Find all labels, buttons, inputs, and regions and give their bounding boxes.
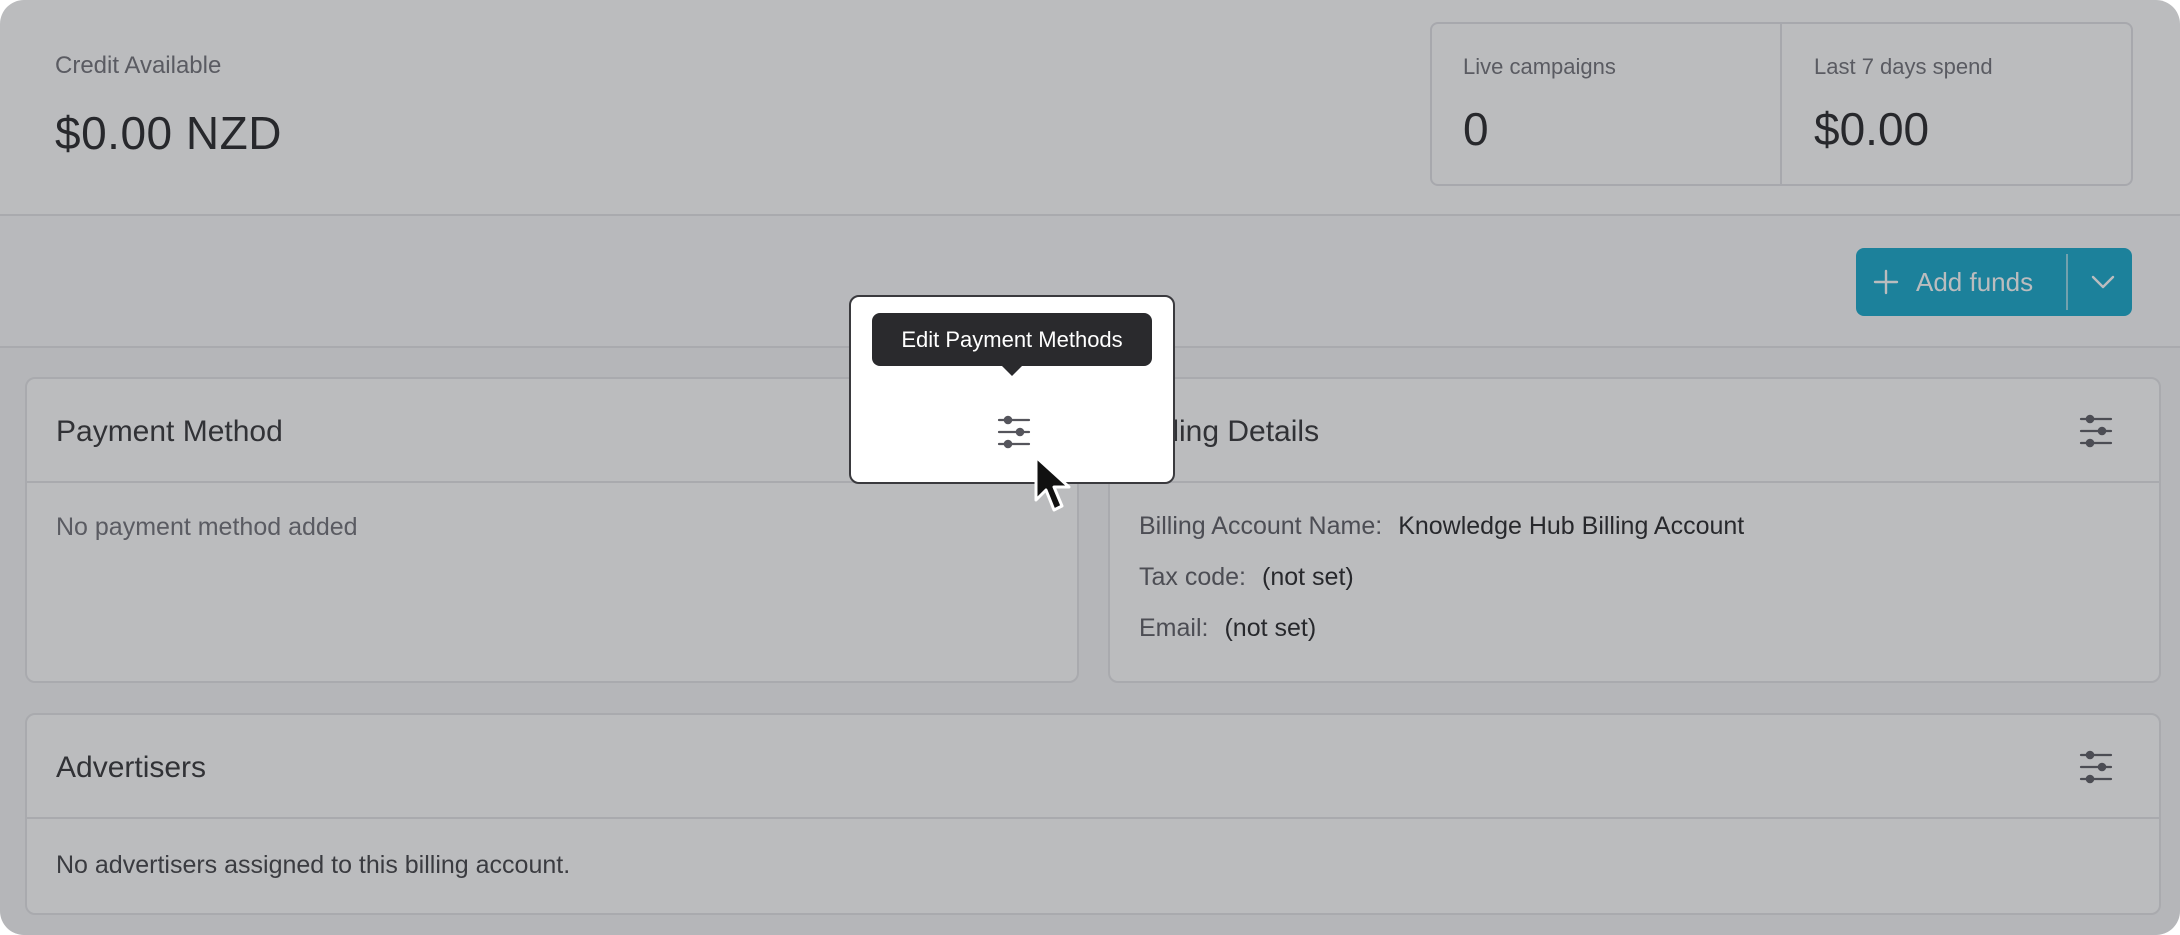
edit-payment-methods-tooltip: Edit Payment Methods [872, 313, 1152, 376]
billing-page: Credit Available $0.00 NZD Live campaign… [0, 0, 2180, 935]
sliders-icon[interactable] [996, 414, 1032, 450]
mouse-cursor-icon [1032, 454, 1076, 516]
